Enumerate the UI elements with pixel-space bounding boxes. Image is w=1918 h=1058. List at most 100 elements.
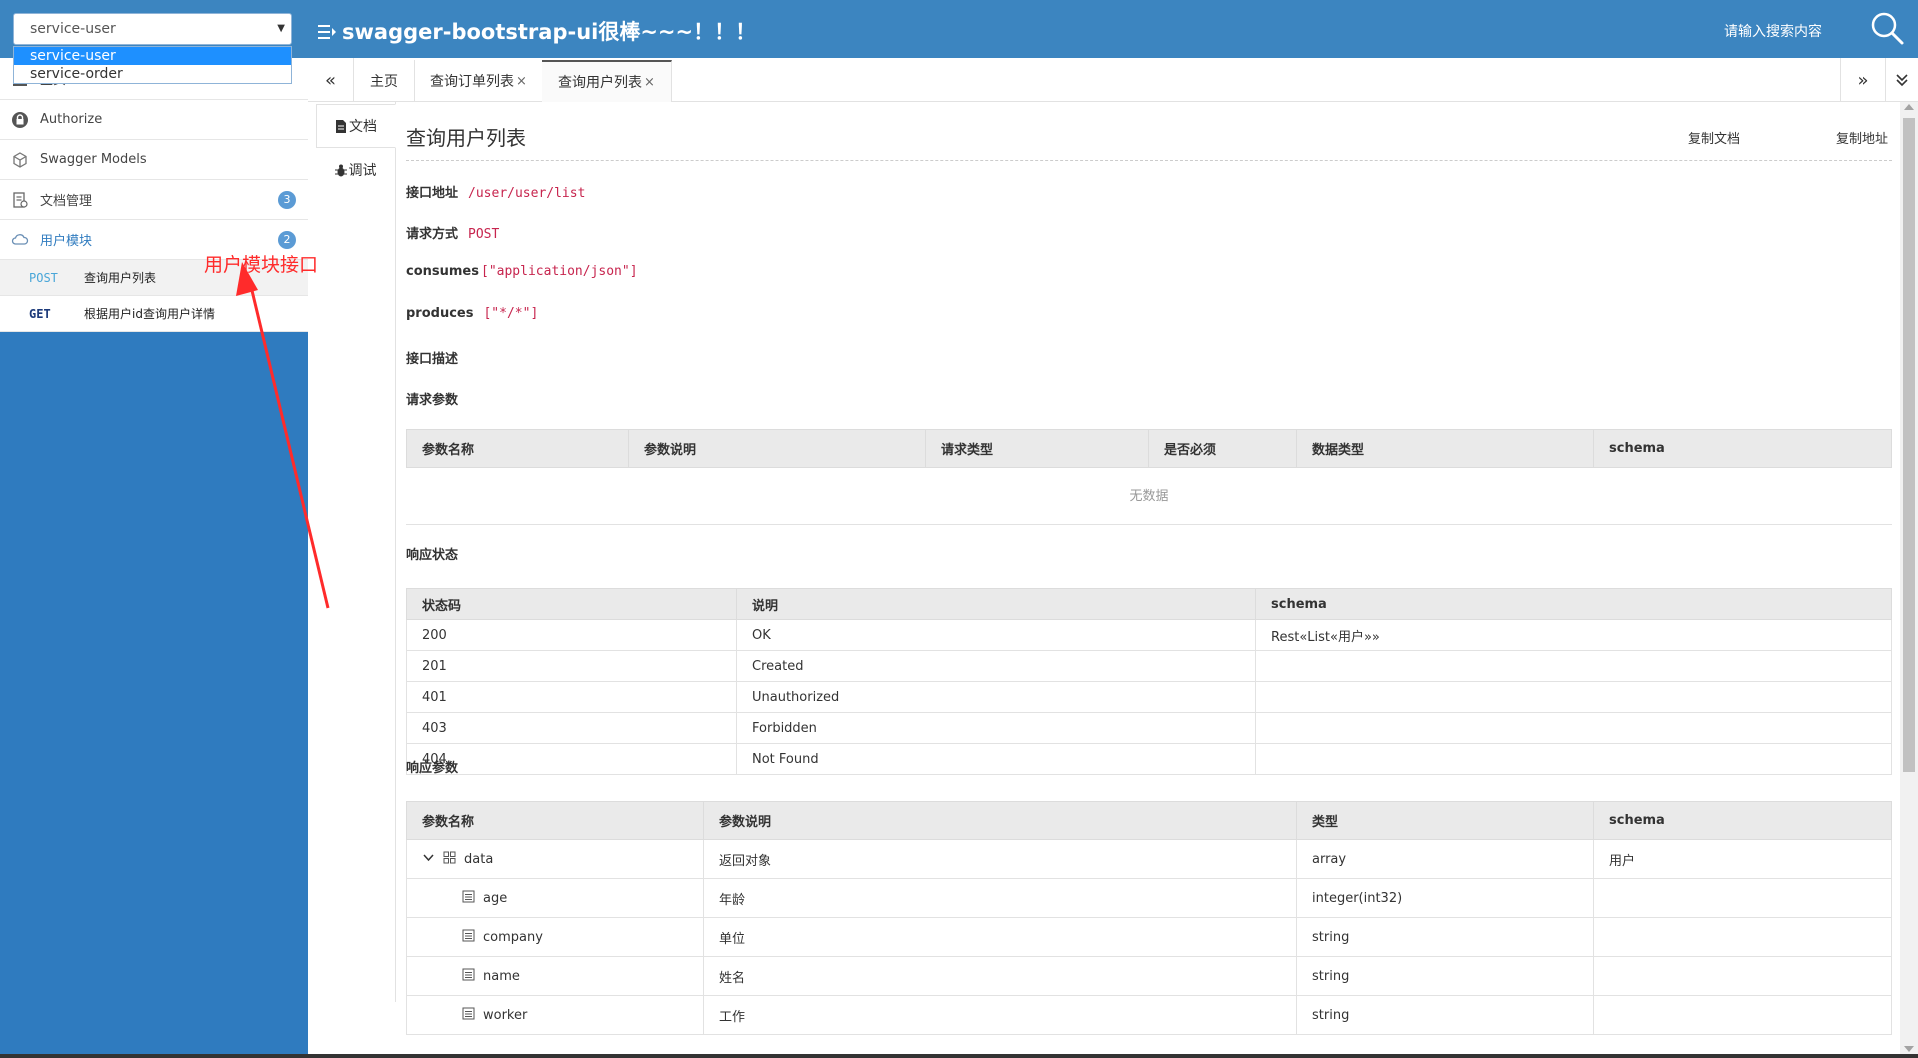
tab-menu-button[interactable] [1886, 58, 1918, 102]
tab-debug[interactable]: 调试 [316, 148, 395, 192]
taskbar-edge [0, 1054, 1918, 1058]
grid-icon [443, 851, 456, 864]
response-params-label: 响应参数 [406, 761, 459, 776]
service-dropdown: service-user service-order [13, 46, 292, 84]
scroll-up-arrow-icon[interactable] [1904, 104, 1914, 110]
count-badge: 3 [278, 191, 296, 209]
tab-scroll-right-button[interactable]: » [1840, 58, 1886, 102]
table-row[interactable]: data 返回对象 array 用户 [406, 839, 1892, 879]
status-code: 403 [406, 712, 737, 744]
sidebar-item-label: Swagger Models [40, 152, 147, 167]
request-params-label: 请求参数 [406, 393, 459, 408]
param-name: worker [483, 1008, 528, 1023]
api-item-get-user-detail[interactable]: GET 根据用户id查询用户详情 [0, 296, 308, 332]
close-icon[interactable]: × [644, 75, 655, 90]
tab-scroll-left-button[interactable]: « [308, 58, 354, 102]
doc-debug-tabs: 文档 调试 [316, 102, 396, 1002]
field-label: produces [406, 306, 474, 321]
sidebar-item-doc-management[interactable]: 文档管理 3 [0, 180, 308, 220]
bug-icon [334, 164, 347, 176]
menu-toggle-icon[interactable] [318, 24, 336, 40]
cube-icon [13, 151, 27, 168]
response-status-table: 状态码 说明 schema 200 OK Rest«List«用户»» 201 … [406, 588, 1892, 775]
param-type: string [1296, 956, 1594, 996]
status-desc: Not Found [736, 743, 1256, 775]
search-input[interactable]: 请输入搜索内容 [1724, 21, 1822, 41]
column-header: 请求类型 [925, 429, 1149, 468]
tab-label: 查询用户列表 [558, 75, 642, 91]
column-header: schema [1593, 429, 1892, 468]
param-name: name [483, 969, 520, 984]
app-title-text: swagger-bootstrap-ui很棒~~~！！！ [342, 20, 757, 44]
api-url-field: 接口地址/user/user/list [406, 182, 585, 201]
column-header: schema [1593, 801, 1892, 840]
search-icon[interactable] [1869, 10, 1905, 46]
copy-doc-button[interactable]: 复制文档 [1688, 128, 1740, 147]
request-params-table: 参数名称 参数说明 请求类型 是否必须 数据类型 schema [406, 429, 1892, 468]
tab-home[interactable]: 主页 [354, 60, 415, 102]
param-name: company [483, 930, 543, 945]
param-schema [1593, 917, 1892, 957]
param-name-cell: company [406, 917, 704, 957]
scrollbar-thumb[interactable] [1903, 118, 1915, 772]
consumes-value: ["application/json"] [481, 264, 638, 279]
tab-label: 调试 [348, 163, 377, 179]
tab-label: 查询订单列表 [430, 74, 514, 90]
close-icon[interactable]: × [516, 74, 527, 89]
param-schema: 用户 [1593, 839, 1892, 879]
lock-icon [12, 111, 28, 128]
method-field: 请求方式 POST [406, 223, 499, 242]
param-desc: 返回对象 [703, 839, 1297, 879]
list-icon [462, 890, 475, 903]
sidebar-item-label: 用户模块 [40, 234, 93, 249]
double-chevron-down-icon [1896, 74, 1908, 87]
param-schema [1593, 956, 1892, 996]
service-select[interactable]: service-user ▼ [13, 13, 292, 45]
field-label: consumes [406, 264, 479, 279]
tab-query-user-list[interactable]: 查询用户列表 × [542, 60, 672, 102]
service-option[interactable]: service-order [14, 65, 291, 83]
table-row: company 单位 string [406, 917, 1892, 957]
http-method-badge: GET [29, 306, 51, 321]
param-type: string [1296, 917, 1594, 957]
service-option[interactable]: service-user [14, 47, 291, 65]
chevron-down-icon[interactable] [422, 851, 435, 864]
sidebar-menu: 主页 Authorize Swagger Models [0, 58, 308, 332]
param-schema [1593, 878, 1892, 918]
param-type: array [1296, 839, 1594, 879]
sidebar-item-authorize[interactable]: Authorize [0, 100, 308, 140]
column-header: 类型 [1296, 801, 1594, 840]
column-header: 是否必须 [1148, 429, 1297, 468]
param-desc: 工作 [703, 995, 1297, 1035]
param-desc: 年龄 [703, 878, 1297, 918]
divider [406, 160, 1892, 161]
status-schema [1255, 743, 1892, 775]
tab-doc[interactable]: 文档 [316, 104, 396, 148]
status-desc: Forbidden [736, 712, 1256, 744]
table-row: 401 Unauthorized [406, 681, 1892, 713]
app-root: service-user ▼ swagger-bootstrap-ui很棒~~~… [0, 0, 1918, 1058]
column-header: 状态码 [406, 588, 737, 620]
column-header: schema [1255, 588, 1892, 620]
status-desc: OK [736, 619, 1256, 651]
sidebar: 主页 Authorize Swagger Models [0, 58, 308, 1058]
consumes-field: consumes ["application/json"] [406, 264, 638, 279]
app-title: swagger-bootstrap-ui很棒~~~！！！ [318, 16, 756, 46]
tab-query-order-list[interactable]: 查询订单列表 × [414, 60, 544, 102]
status-desc: Unauthorized [736, 681, 1256, 713]
produces-field: produces ["*/*"] [406, 306, 538, 321]
scroll-down-arrow-icon[interactable] [1904, 1046, 1914, 1052]
param-desc: 单位 [703, 917, 1297, 957]
status-schema[interactable]: Rest«List«用户»» [1255, 619, 1892, 651]
column-header: 参数名称 [406, 429, 629, 468]
status-schema [1255, 681, 1892, 713]
table-row: 403 Forbidden [406, 712, 1892, 744]
desc-label: 接口描述 [406, 352, 459, 367]
api-url-value: /user/user/list [468, 186, 586, 201]
sidebar-item-swagger-models[interactable]: Swagger Models [0, 140, 308, 180]
page-title: 查询用户列表 [406, 126, 526, 150]
service-select-value: service-user [30, 21, 116, 37]
tab-label: 文档 [349, 119, 377, 135]
response-params-table: 参数名称 参数说明 类型 schema data 返回对象 array 用户 a… [406, 801, 1892, 1035]
copy-url-button[interactable]: 复制地址 [1836, 128, 1888, 147]
